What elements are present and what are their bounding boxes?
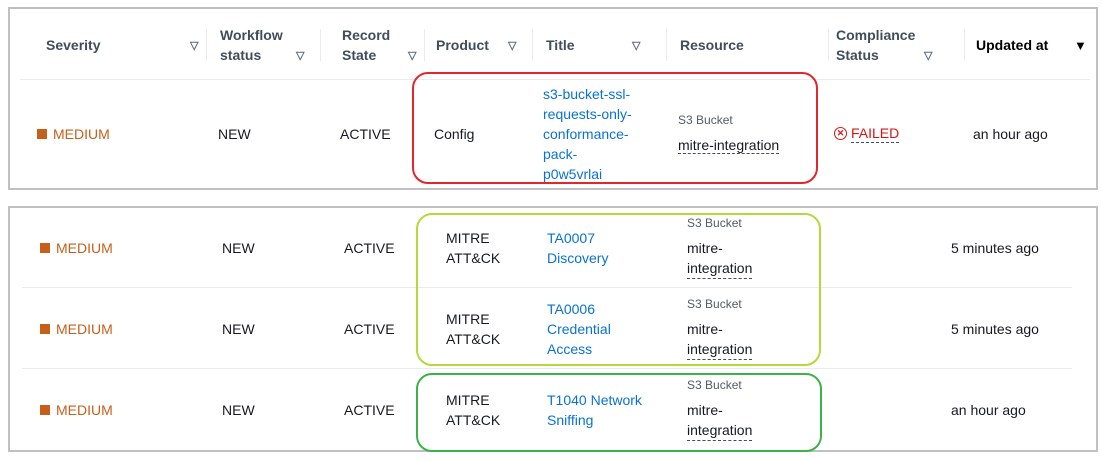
workflow-status: NEW [222,321,255,337]
record-state: ACTIVE [344,402,395,418]
compliance-status[interactable]: ✕ FAILED [834,124,900,143]
sort-icon[interactable]: ▽ [408,49,416,62]
column-divider [828,29,829,61]
square-icon [40,324,50,334]
updated-at: an hour ago [973,126,1048,142]
header-workflow-status[interactable]: Workflow status ▽ [214,11,314,79]
sort-icon[interactable]: ▽ [924,49,932,62]
updated-at: 5 minutes ago [951,240,1039,256]
square-icon [40,405,50,415]
workflow-status: NEW [222,240,255,256]
column-divider [964,29,965,61]
column-divider [424,29,425,61]
header-resource[interactable]: Resource [674,11,824,79]
highlight-box-lime [416,213,821,366]
row-divider [22,368,1072,369]
column-divider [532,29,533,61]
record-state: ACTIVE [344,321,395,337]
square-icon [37,129,47,139]
record-state: ACTIVE [344,240,395,256]
findings-table-top: Severity ▽ Workflow status ▽ Record State … [8,7,1098,190]
sort-icon[interactable]: ▽ [296,49,304,62]
sort-icon[interactable]: ▽ [508,39,516,52]
workflow-status: NEW [218,126,251,142]
x-circle-icon: ✕ [834,127,847,140]
table-header: Severity ▽ Workflow status ▽ Record State … [20,11,1090,80]
header-compliance-status[interactable]: Compliance Status ▽ [830,11,960,79]
record-state: ACTIVE [340,126,391,142]
sort-icon[interactable]: ▽ [190,39,198,52]
severity-badge: MEDIUM [37,124,110,144]
severity-badge: MEDIUM [40,400,113,420]
highlight-box-green [416,373,822,452]
highlight-box-red [412,72,818,184]
column-divider [666,29,667,61]
updated-at: an hour ago [951,402,1026,418]
sort-icon[interactable]: ▽ [632,39,640,52]
updated-at: 5 minutes ago [951,321,1039,337]
header-product[interactable]: Product ▽ [430,11,530,79]
header-title[interactable]: Title ▽ [540,11,650,79]
workflow-status: NEW [222,402,255,418]
severity-badge: MEDIUM [40,319,113,339]
severity-badge: MEDIUM [40,238,113,258]
header-record-state[interactable]: Record State ▽ [336,11,426,79]
column-divider [206,29,207,61]
column-divider [320,29,321,61]
header-updated-at[interactable]: Updated at ▼ [970,11,1090,79]
sort-descending-icon[interactable]: ▼ [1074,38,1087,53]
header-severity[interactable]: Severity ▽ [40,11,200,79]
findings-table-bottom: MEDIUM NEW ACTIVE MITRE ATT&CK TA0007 Di… [8,206,1098,452]
square-icon [40,243,50,253]
